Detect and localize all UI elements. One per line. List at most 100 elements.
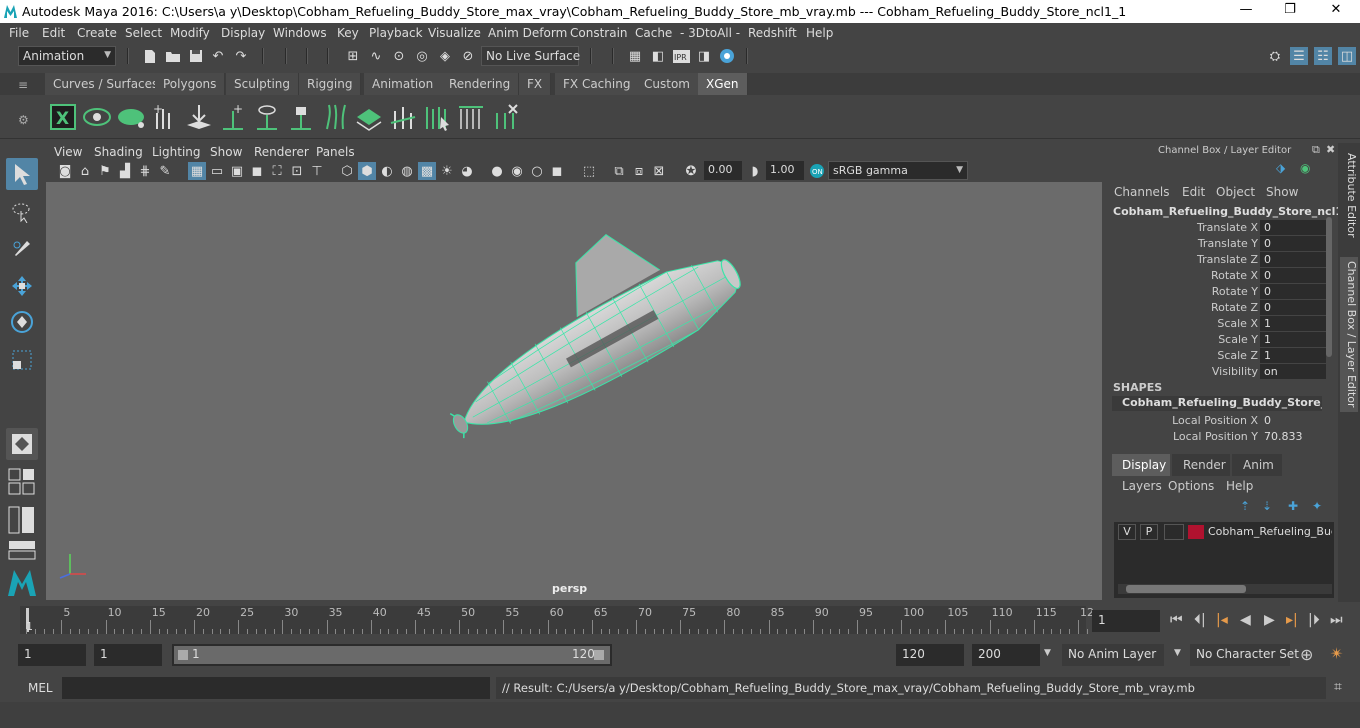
cb-menu-object[interactable]: Object — [1216, 185, 1255, 199]
snap-view-icon[interactable]: ◎ — [413, 47, 431, 65]
tab-xgen[interactable]: XGen — [698, 73, 748, 95]
end-time-field[interactable]: 200 — [972, 644, 1040, 666]
snap-surface-icon[interactable]: ◈ — [436, 47, 454, 65]
xgen-logo-icon[interactable] — [6, 566, 38, 598]
chevron-down-icon[interactable]: ▼ — [1044, 648, 1051, 658]
panel-menu-renderer[interactable]: Renderer — [254, 145, 309, 159]
layer-reference-toggle[interactable] — [1164, 524, 1184, 540]
step-forward-icon[interactable]: |⏵ — [1308, 612, 1320, 628]
panel-menu-view[interactable]: View — [54, 145, 82, 159]
layer-row[interactable]: V P Cobham_Refueling_Buddy_Store — [1118, 524, 1332, 542]
smooth-shade-icon[interactable]: ⬢ — [358, 162, 376, 180]
shadows-icon[interactable]: ◕ — [458, 162, 476, 180]
isolate-select-icon[interactable]: ⬚ — [580, 162, 598, 180]
xgen-delete-guide-icon[interactable] — [489, 101, 521, 133]
channel-value[interactable]: 1 — [1260, 348, 1326, 363]
menu-set-dropdown[interactable]: Animation ▼ — [18, 46, 116, 66]
channel-value[interactable]: on — [1260, 364, 1326, 379]
layer-visibility-toggle[interactable]: V — [1118, 524, 1136, 540]
menu-display[interactable]: Display — [221, 26, 265, 40]
close-panel-icon[interactable]: ✖ — [1326, 143, 1335, 156]
xgen-guides-icon[interactable]: + — [149, 101, 181, 133]
channel-translate-x[interactable]: Translate X0 — [1106, 220, 1338, 236]
channel-value[interactable]: 0 — [1260, 300, 1326, 315]
render-frame-icon[interactable]: ◧ — [649, 47, 667, 65]
playback-start-field[interactable]: 1 — [94, 644, 162, 666]
flat-shade-icon[interactable]: ◐ — [378, 162, 396, 180]
menu-file[interactable]: File — [9, 26, 29, 40]
layer-scroll-thumb[interactable] — [1126, 585, 1246, 593]
toggle-tool-settings-icon[interactable]: ☷ — [1314, 47, 1332, 65]
tab-rendering[interactable]: Rendering — [441, 73, 520, 95]
move-layer-down-icon[interactable]: ⇣ — [1262, 499, 1272, 513]
shelf-menu-icon[interactable]: ≡ — [18, 78, 28, 92]
tab-custom[interactable]: Custom — [636, 73, 699, 95]
shape-local-position-x[interactable]: Local Position X0 — [1106, 413, 1338, 429]
snap-live-icon[interactable]: ⊘ — [459, 47, 477, 65]
layer-tab-anim[interactable]: Anim — [1232, 454, 1282, 476]
range-bar-fill[interactable] — [174, 646, 610, 664]
exposure-field[interactable]: 0.00 — [704, 161, 742, 180]
panel-menu-panels[interactable]: Panels — [316, 145, 355, 159]
tab-curves-surfaces[interactable]: Curves / Surfaces — [45, 73, 168, 95]
tab-attribute-editor[interactable]: Attribute Editor — [1340, 153, 1358, 238]
panel-menu-show[interactable]: Show — [210, 145, 242, 159]
step-back-key-icon[interactable]: |◂ — [1216, 612, 1228, 628]
channel-value[interactable]: 0 — [1260, 413, 1326, 428]
channel-scale-x[interactable]: Scale X1 — [1106, 316, 1338, 332]
film-gate-icon[interactable]: ✎ — [156, 162, 174, 180]
channel-scrollbar[interactable] — [1326, 217, 1332, 357]
channel-translate-z[interactable]: Translate Z0 — [1106, 252, 1338, 268]
xgen-select-guides-icon[interactable] — [421, 101, 453, 133]
open-scene-icon[interactable] — [164, 47, 182, 65]
ipr-render-icon[interactable]: IPR — [672, 47, 690, 65]
layer-tab-display[interactable]: Display — [1112, 454, 1170, 476]
time-ruler[interactable]: 1 5 10 15 20 25 30 35 40 45 50 55 60 65 70 75 80 85 90 95 1… — [20, 606, 1094, 634]
new-layer-icon[interactable]: ✚ — [1288, 499, 1298, 513]
xgen-sculpt-icon[interactable] — [455, 101, 487, 133]
camera-attributes-icon[interactable]: ⌂ — [76, 162, 94, 180]
four-view-layout-icon[interactable] — [8, 468, 36, 496]
go-to-start-icon[interactable]: ⏮ — [1170, 612, 1183, 628]
field-chart-icon[interactable]: ◼ — [248, 162, 266, 180]
range-end-handle[interactable] — [594, 650, 604, 660]
cb-menu-show[interactable]: Show — [1266, 185, 1298, 199]
anti-aliasing-icon[interactable]: ○ — [528, 162, 546, 180]
lights-icon[interactable]: ☀ — [438, 162, 456, 180]
render-settings-icon[interactable]: ▦ — [626, 47, 644, 65]
motion-blur-icon[interactable]: ◉ — [508, 162, 526, 180]
rotate-tool-icon[interactable] — [6, 306, 38, 338]
menu-constrain[interactable]: Constrain — [570, 26, 628, 40]
xgen-preview-icon[interactable] — [81, 101, 113, 133]
menu-help[interactable]: Help — [806, 26, 833, 40]
shape-local-position-y[interactable]: Local Position Y 70.833 — [1106, 429, 1338, 445]
close-window-button[interactable]: ✕ — [1326, 2, 1346, 17]
perspective-viewport[interactable]: persp — [46, 182, 1102, 600]
layer-tab-render[interactable]: Render — [1172, 454, 1230, 476]
screen-space-ao-icon[interactable]: ● — [488, 162, 506, 180]
menu-key[interactable]: Key — [337, 26, 359, 40]
title-safe-icon[interactable]: ⊤ — [308, 162, 326, 180]
cb-menu-edit[interactable]: Edit — [1182, 185, 1205, 199]
layer-menu-help[interactable]: Help — [1226, 479, 1253, 493]
channel-value[interactable]: 70.833 — [1260, 429, 1326, 444]
toggle-channel-box-icon[interactable]: ◫ — [1338, 47, 1356, 65]
chevron-down-icon[interactable]: ▼ — [1174, 648, 1181, 658]
tab-rigging[interactable]: Rigging — [299, 73, 362, 95]
float-panel-icon[interactable]: ⧉ — [1312, 143, 1320, 157]
refueling-store-model[interactable] — [409, 188, 754, 459]
xray-components-icon[interactable]: ⊠ — [650, 162, 668, 180]
character-set-field[interactable]: No Character Set — [1190, 644, 1299, 666]
tab-fx[interactable]: FX — [519, 73, 552, 95]
xray-joints-icon[interactable]: ⧈ — [630, 162, 648, 180]
channel-view-icon[interactable]: ◉ — [1300, 161, 1310, 175]
layer-playback-toggle[interactable]: P — [1140, 524, 1158, 540]
menu-create[interactable]: Create — [77, 26, 117, 40]
camera-select-icon[interactable]: ◙ — [56, 162, 74, 180]
channel-value[interactable]: 1 — [1260, 316, 1326, 331]
select-tool-icon[interactable] — [6, 158, 38, 190]
new-layer-selected-icon[interactable]: ✦ — [1312, 499, 1322, 513]
layer-menu-options[interactable]: Options — [1168, 479, 1214, 493]
range-bar[interactable]: 1 120 — [172, 644, 612, 666]
step-back-icon[interactable]: ⏴| — [1194, 612, 1206, 628]
